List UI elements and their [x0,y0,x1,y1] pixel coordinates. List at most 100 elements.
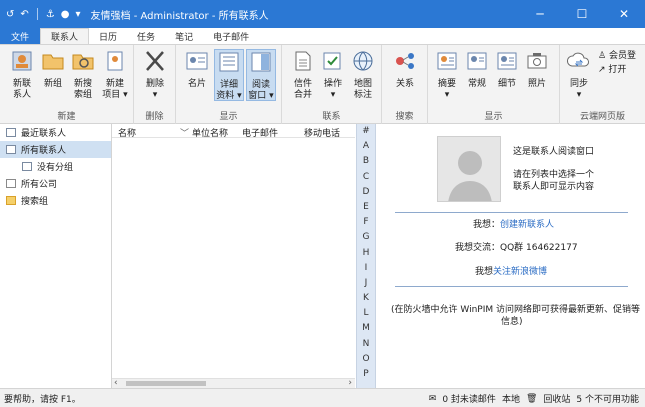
card-icon [186,52,208,70]
close-button[interactable]: ✕ [603,0,645,28]
contact-list[interactable]: 名称 ﹀ 单位名称 电子邮件 移动电话 ‹ › [112,124,355,388]
card-view-button[interactable]: 名片 [184,49,210,90]
detail-view-button[interactable]: 详细 资料 ▾ [214,49,244,101]
reading-pane-button[interactable]: 阅读 窗口 ▾ [246,49,276,101]
mail-merge-button[interactable]: 信件 合并 [290,49,316,101]
contact-card-icon [22,162,32,171]
nav-item-all-contacts[interactable]: 所有联系人 [0,141,111,158]
alpha-j[interactable]: J [357,276,375,291]
title-bar: ↺ ↶ ⚓ ● ▾ 友情强档 - Administrator - 所有联系人 ─… [0,0,645,28]
group-label-cloud: 云端网页版 [579,112,625,122]
status-unread[interactable]: 0 封未读邮件 [442,392,496,405]
reading-pane-caption: 这是联系人阅读窗口 [513,147,595,157]
photo-button[interactable]: 照片 [524,49,550,90]
summary-button[interactable]: 摘要 ▾ [434,49,460,101]
sync-button[interactable]: 同步 ▾ [566,49,592,101]
alpha-l[interactable]: L [357,306,375,321]
folder-icon [42,54,64,70]
normal-button[interactable]: 常规 [464,49,490,90]
relation-button[interactable]: 关系 [392,49,418,90]
quick-save-icon[interactable]: ⚓ [46,9,55,20]
column-header-company[interactable]: 单位名称 [192,126,228,139]
reading-pane-hint-1: 请在列表中选择一个 [513,170,595,180]
want-label: 我想： [473,220,501,230]
contact-card-icon [6,145,16,154]
alpha-g[interactable]: G [357,230,375,245]
alpha-c[interactable]: C [357,170,375,185]
new-group-button[interactable]: 新组 [40,49,66,90]
scroll-right-icon[interactable]: › [348,378,352,388]
alpha-m[interactable]: M [357,321,375,336]
nav-label-recent: 最近联系人 [21,129,67,139]
nav-item-search-group[interactable]: 搜索组 [0,192,111,209]
delete-button[interactable]: 删除 ▾ [142,49,168,101]
ribbon: 新联 系人 新组 新搜 索组 新建 项目 ▾ 新建 删除 ▾ 删除 名片 详细 … [0,44,645,124]
group-label-contact: 联系 [322,112,341,122]
new-contact-button[interactable]: 新联 系人 [8,49,36,101]
alpha-h[interactable]: H [357,246,375,261]
person-silhouette-icon [438,137,500,201]
nav-item-recent-contacts[interactable]: 最近联系人 [0,124,111,141]
follow-weibo-link[interactable]: 关注新浪微博 [493,267,547,277]
alpha-e[interactable]: E [357,200,375,215]
firewall-note-2: 信息) [501,317,523,327]
undo-icon[interactable]: ↶ [20,9,28,20]
tab-calendar[interactable]: 日历 [89,28,127,44]
summary-icon [437,52,457,70]
new-item-button[interactable]: 新建 项目 ▾ [100,49,130,101]
alpha-p[interactable]: P [357,367,375,382]
column-header-email[interactable]: 电子邮件 [242,126,278,139]
alpha-b[interactable]: B [357,154,375,169]
alpha-f[interactable]: F [357,215,375,230]
alpha-k[interactable]: K [357,291,375,306]
alpha-i[interactable]: I [357,261,375,276]
horizontal-scrollbar[interactable]: ‹ › [112,378,355,388]
status-local[interactable]: 本地 [502,392,520,405]
tab-email[interactable]: 电子邮件 [203,28,259,44]
column-header-mobile[interactable]: 移动电话 [304,126,340,139]
tab-contacts[interactable]: 联系人 [40,28,90,44]
alpha-n[interactable]: N [357,337,375,352]
tab-notes[interactable]: 笔记 [165,28,203,44]
scroll-thumb[interactable] [126,381,206,386]
member-login-button[interactable]: ♙ 会员登 [598,51,636,62]
status-recycle[interactable]: 回收站 [543,392,570,405]
reading-pane: 这是联系人阅读窗口 请在列表中选择一个 联系人即可显示内容 我想：创建新联系人 … [377,124,645,388]
circle-icon[interactable]: ● [61,9,70,20]
alpha-a[interactable]: A [357,139,375,154]
sync-label: 同步 ▾ [569,79,588,100]
tab-tasks[interactable]: 任务 [127,28,165,44]
app-icon: ↺ [6,8,15,20]
map-button[interactable]: 地图 标注 [350,49,376,101]
column-header-name[interactable]: 名称 [118,126,136,139]
detail-display-button[interactable]: 细节 [494,49,520,90]
follow-row: 我想关注新浪微博 [475,266,547,278]
avatar-placeholder [437,136,501,202]
action-button[interactable]: 操作 ▾ [320,49,346,101]
new-search-group-button[interactable]: 新搜 索组 [70,49,96,101]
search-folder-icon [72,54,94,70]
group-label-delete: 删除 [145,112,164,122]
alpha-o[interactable]: O [357,352,375,367]
nav-item-no-group[interactable]: 没有分组 [0,158,111,175]
reading-pane-icon [251,52,271,72]
dropdown-icon[interactable]: ▾ [75,9,80,20]
status-functions[interactable]: 5 个不可用功能 [576,392,639,405]
mail-icon: ✉ [428,393,437,404]
minimize-button[interactable]: ─ [519,0,561,28]
maximize-button[interactable]: ☐ [561,0,603,28]
tab-file[interactable]: 文件 [0,28,41,44]
nav-label-no-group: 没有分组 [37,163,74,173]
status-bar: 要帮助，请按 F1。 ✉ 0 封未读邮件 本地 🗑 回收站 5 个不可用功能 [0,388,645,407]
new-group-label: 新组 [43,79,62,89]
new-item-label: 新建 项目 ▾ [102,79,128,100]
delete-label: 删除 ▾ [145,79,164,100]
alpha-hash[interactable]: # [357,124,375,139]
alpha-d[interactable]: D [357,185,375,200]
create-contact-link[interactable]: 创建新联系人 [500,220,554,230]
nav-item-all-companies[interactable]: 所有公司 [0,175,111,192]
toolbar-separator [36,8,38,20]
window-title: 友情强档 - Administrator - 所有联系人 [90,10,269,22]
open-button[interactable]: ↗ 打开 [598,65,626,76]
scroll-left-icon[interactable]: ‹ [114,378,118,388]
